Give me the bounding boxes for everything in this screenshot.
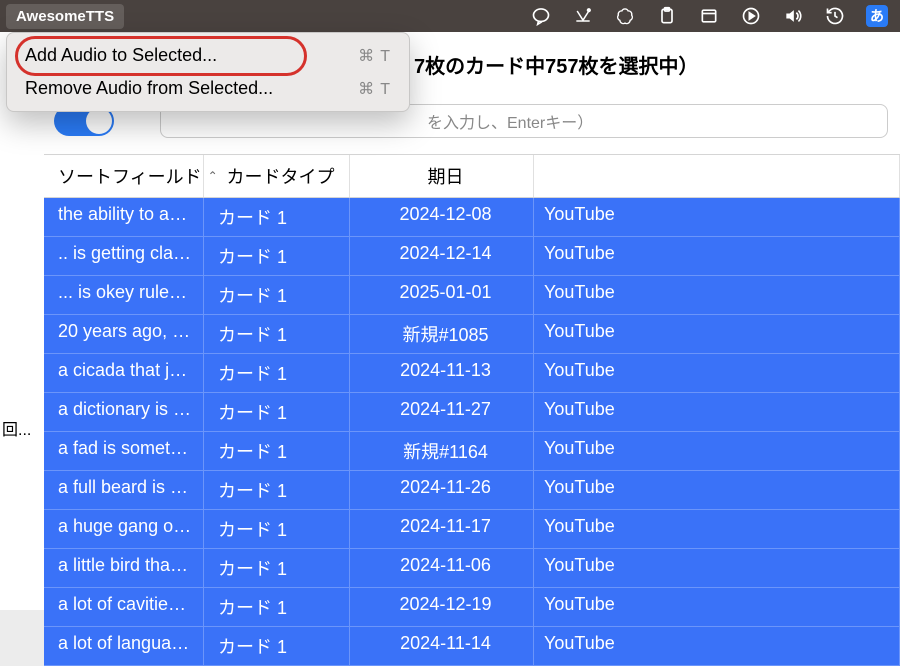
menu-item-remove-audio[interactable]: Remove Audio from Selected... ⌘ T <box>13 72 403 105</box>
menu-item-shortcut: ⌘ T <box>358 46 391 66</box>
table-row[interactable]: a full beard is …カード 12024-11-26YouTube <box>44 471 900 510</box>
cell-deck: YouTube <box>534 354 900 393</box>
table-row[interactable]: a fad is somet…カード 1新規#1164YouTube <box>44 432 900 471</box>
cell-deck: YouTube <box>534 510 900 549</box>
cell-cardtype: カード 1 <box>204 393 350 432</box>
card-table: ソートフィールド ⌃ カードタイプ 期日 the ability to a…カー… <box>44 154 900 666</box>
table-row[interactable]: the ability to a…カード 12024-12-08YouTube <box>44 198 900 237</box>
table-header-row: ソートフィールド ⌃ カードタイプ 期日 <box>44 155 900 198</box>
cell-deck: YouTube <box>534 588 900 627</box>
cell-deck: YouTube <box>534 198 900 237</box>
cell-cardtype: カード 1 <box>204 276 350 315</box>
table-body: the ability to a…カード 12024-12-08YouTube.… <box>44 198 900 666</box>
cell-sortfield: a lot of cavitie… <box>44 588 204 627</box>
browser-content: 7枚のカード中757枚を選択中） を入力し、Enterキー） 回... ソートフ… <box>0 32 900 610</box>
cell-cardtype: カード 1 <box>204 627 350 666</box>
clipboard-icon[interactable] <box>656 5 678 27</box>
table-row[interactable]: a dictionary is …カード 12024-11-27YouTube <box>44 393 900 432</box>
side-truncated-label: 回... <box>2 416 31 440</box>
cell-deck: YouTube <box>534 393 900 432</box>
menu-item-label: Add Audio to Selected... <box>25 45 217 66</box>
search-hint: を入力し、Enterキー） <box>173 109 593 133</box>
cell-due: 2024-11-06 <box>350 549 534 588</box>
cell-deck: YouTube <box>534 432 900 471</box>
cell-due: 2025-01-01 <box>350 276 534 315</box>
cell-cardtype: カード 1 <box>204 237 350 276</box>
cell-cardtype: カード 1 <box>204 354 350 393</box>
cell-cardtype: カード 1 <box>204 471 350 510</box>
cell-due: 2024-12-08 <box>350 198 534 237</box>
cell-due: 新規#1164 <box>350 432 534 471</box>
menu-app-name[interactable]: AwesomeTTS <box>6 4 124 29</box>
play-circle-icon[interactable] <box>740 5 762 27</box>
line-app-icon[interactable] <box>530 5 552 27</box>
cell-deck: YouTube <box>534 471 900 510</box>
cell-due: 2024-11-17 <box>350 510 534 549</box>
cell-cardtype: カード 1 <box>204 432 350 471</box>
table-row[interactable]: a lot of langua…カード 12024-11-14YouTube <box>44 627 900 666</box>
cell-sortfield: a lot of langua… <box>44 627 204 666</box>
menu-item-add-audio[interactable]: Add Audio to Selected... ⌘ T <box>13 39 403 72</box>
notification-icon[interactable] <box>572 5 594 27</box>
cell-due: 2024-11-27 <box>350 393 534 432</box>
menu-item-label: Remove Audio from Selected... <box>25 78 273 99</box>
menubar-status-icons: あ <box>530 5 894 27</box>
cell-sortfield: .. is getting cla… <box>44 237 204 276</box>
selection-status: 7枚のカード中757枚を選択中） <box>414 50 699 79</box>
volume-icon[interactable] <box>782 5 804 27</box>
cell-sortfield: a cicada that j… <box>44 354 204 393</box>
col-label: 期日 <box>428 163 464 189</box>
cell-cardtype: カード 1 <box>204 549 350 588</box>
cell-sortfield: a huge gang o… <box>44 510 204 549</box>
table-row[interactable]: a cicada that j…カード 12024-11-13YouTube <box>44 354 900 393</box>
col-label: カードタイプ <box>227 163 335 189</box>
cell-sortfield: ... is okey rule… <box>44 276 204 315</box>
chatgpt-icon[interactable] <box>614 5 636 27</box>
cell-cardtype: カード 1 <box>204 198 350 237</box>
history-icon[interactable] <box>824 5 846 27</box>
cell-due: 新規#1085 <box>350 315 534 354</box>
cell-due: 2024-12-19 <box>350 588 534 627</box>
cell-sortfield: a fad is somet… <box>44 432 204 471</box>
table-row[interactable]: ... is okey rule…カード 12025-01-01YouTube <box>44 276 900 315</box>
cell-sortfield: a dictionary is … <box>44 393 204 432</box>
cell-due: 2024-11-26 <box>350 471 534 510</box>
cell-due: 2024-11-13 <box>350 354 534 393</box>
cell-deck: YouTube <box>534 315 900 354</box>
col-sortfield[interactable]: ソートフィールド ⌃ <box>44 155 204 197</box>
ime-indicator[interactable]: あ <box>866 5 888 27</box>
window-icon[interactable] <box>698 5 720 27</box>
table-row[interactable]: 20 years ago, …カード 1新規#1085YouTube <box>44 315 900 354</box>
cell-cardtype: カード 1 <box>204 588 350 627</box>
col-due[interactable]: 期日 <box>350 155 534 197</box>
cell-deck: YouTube <box>534 627 900 666</box>
table-row[interactable]: a huge gang o…カード 12024-11-17YouTube <box>44 510 900 549</box>
menu-item-shortcut: ⌘ T <box>358 79 391 99</box>
cell-due: 2024-12-14 <box>350 237 534 276</box>
cell-sortfield: a little bird tha… <box>44 549 204 588</box>
cell-sortfield: a full beard is … <box>44 471 204 510</box>
awesome-tts-dropdown: Add Audio to Selected... ⌘ T Remove Audi… <box>6 32 410 112</box>
col-cardtype[interactable]: カードタイプ <box>204 155 350 197</box>
cell-due: 2024-11-14 <box>350 627 534 666</box>
col-deck[interactable] <box>534 155 900 197</box>
cell-deck: YouTube <box>534 237 900 276</box>
cell-cardtype: カード 1 <box>204 315 350 354</box>
cell-deck: YouTube <box>534 276 900 315</box>
cell-sortfield: the ability to a… <box>44 198 204 237</box>
cell-deck: YouTube <box>534 549 900 588</box>
table-row[interactable]: a lot of cavitie…カード 12024-12-19YouTube <box>44 588 900 627</box>
table-row[interactable]: a little bird tha…カード 12024-11-06YouTube <box>44 549 900 588</box>
col-label: ソートフィールド <box>58 163 202 189</box>
cell-cardtype: カード 1 <box>204 510 350 549</box>
cell-sortfield: 20 years ago, … <box>44 315 204 354</box>
table-row[interactable]: .. is getting cla…カード 12024-12-14YouTube <box>44 237 900 276</box>
menubar: AwesomeTTS あ <box>0 0 900 32</box>
